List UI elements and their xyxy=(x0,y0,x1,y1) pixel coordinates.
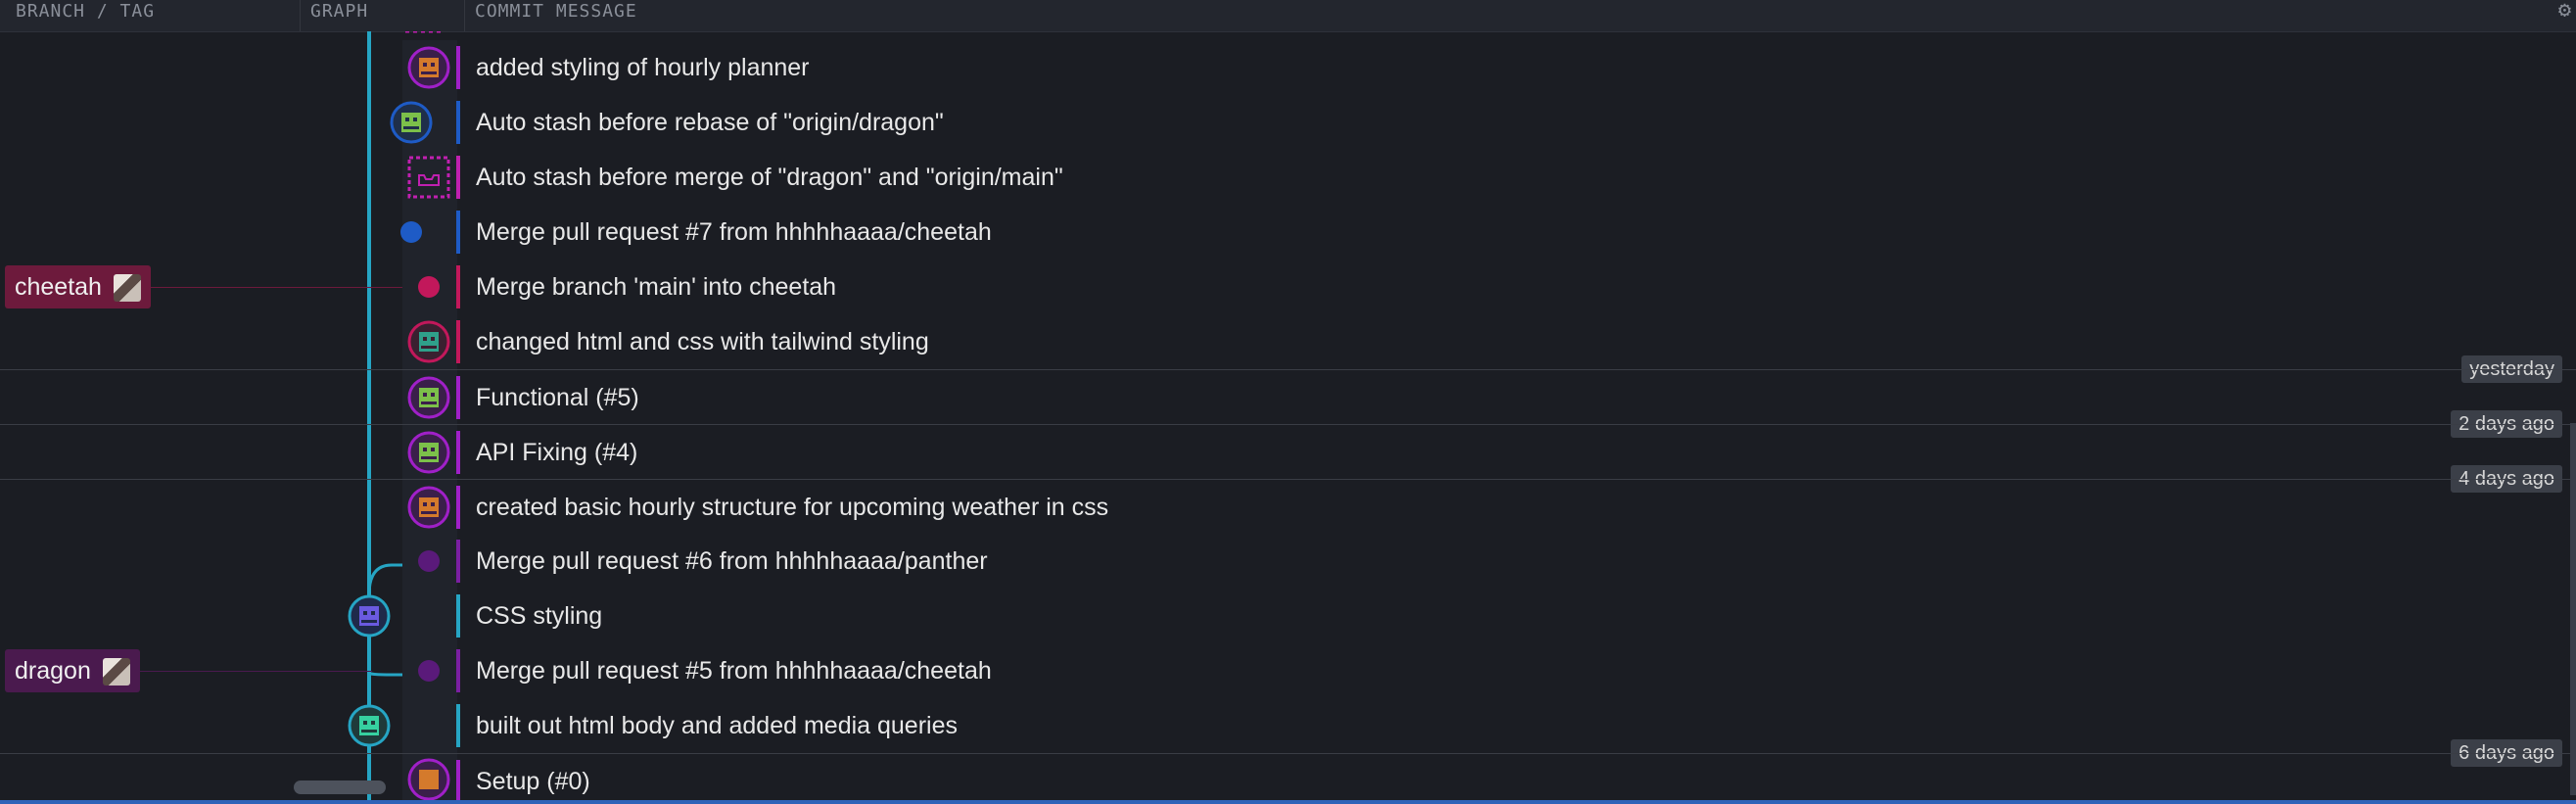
branch-label-cheetah[interactable]: cheetah xyxy=(5,265,151,308)
author-avatar-icon[interactable] xyxy=(407,46,450,89)
author-avatar-icon[interactable] xyxy=(407,431,450,474)
commit-message: Merge pull request #6 from hhhhhaaaa/pan… xyxy=(476,547,988,575)
author-avatar-icon[interactable] xyxy=(390,101,433,144)
graph-cell xyxy=(402,589,457,643)
graph-header-label: GRAPH xyxy=(310,1,369,22)
commit-message: Merge branch 'main' into cheetah xyxy=(476,273,837,301)
commit-row[interactable]: Merge pull request #7 from hhhhhaaaa/che… xyxy=(0,205,2576,260)
commit-message-column-header[interactable]: COMMIT MESSAGE xyxy=(464,0,2422,31)
commit-message: changed html and css with tailwind styli… xyxy=(476,328,929,355)
commit-row[interactable]: built out html body and added media quer… xyxy=(0,698,2576,767)
commit-message: Setup (#0) xyxy=(476,768,590,795)
merge-commit-dot[interactable] xyxy=(417,549,441,573)
commit-message: built out html body and added media quer… xyxy=(476,712,958,739)
graph-column-header[interactable]: GRAPH xyxy=(300,0,463,31)
author-avatar-icon[interactable] xyxy=(348,594,391,638)
author-avatar-icon[interactable] xyxy=(407,758,450,801)
avatar xyxy=(102,658,130,686)
commit-row[interactable]: Functional (#5) 2 days ago xyxy=(0,369,2576,438)
branch-connector-line xyxy=(137,671,372,672)
commit-message: Auto stash before rebase of "origin/drag… xyxy=(476,109,944,136)
commit-row[interactable]: Auto stash before rebase of "origin/drag… xyxy=(0,95,2576,150)
avatar xyxy=(113,274,141,303)
commit-row[interactable]: Setup (#0) xyxy=(0,753,2576,802)
merge-commit-dot[interactable] xyxy=(417,275,441,299)
commit-message: Functional (#5) xyxy=(476,384,639,411)
column-header: BRANCH / TAG GRAPH COMMIT MESSAGE ⚙ xyxy=(0,0,2576,32)
commit-message: Auto stash before merge of "dragon" and … xyxy=(476,164,1063,191)
commit-row[interactable]: cheetah Merge branch 'main' into cheetah xyxy=(0,260,2576,314)
branch-name: cheetah xyxy=(15,273,102,301)
commit-row[interactable]: Merge pull request #6 from hhhhhaaaa/pan… xyxy=(0,534,2576,589)
commit-color-bar xyxy=(456,376,460,419)
commit-row[interactable]: API Fixing (#4) 4 days ago xyxy=(0,424,2576,493)
commit-color-bar xyxy=(456,431,460,474)
stash-icon[interactable] xyxy=(407,156,450,199)
commit-row[interactable]: changed html and css with tailwind styli… xyxy=(0,314,2576,383)
commit-row[interactable]: CSS styling xyxy=(0,589,2576,643)
author-avatar-icon[interactable] xyxy=(348,704,391,747)
commit-color-bar xyxy=(456,540,460,583)
commit-message: created basic hourly structure for upcom… xyxy=(476,494,1109,521)
branch-name: dragon xyxy=(15,657,91,685)
commit-row[interactable]: Auto stash before merge of "dragon" and … xyxy=(0,150,2576,205)
commit-message: added styling of hourly planner xyxy=(476,54,810,81)
commit-color-bar xyxy=(456,265,460,308)
horizontal-scrollbar-thumb[interactable] xyxy=(294,780,386,794)
graph-cell xyxy=(402,698,457,753)
commit-message: Merge pull request #7 from hhhhhaaaa/che… xyxy=(476,218,992,246)
commit-row[interactable]: created basic hourly structure for upcom… xyxy=(0,479,2576,535)
commit-row[interactable]: added styling of hourly planner xyxy=(0,40,2576,95)
author-avatar-icon[interactable] xyxy=(407,376,450,419)
commit-color-bar xyxy=(456,760,460,802)
commit-color-bar xyxy=(456,156,460,199)
merge-commit-dot[interactable] xyxy=(417,659,441,683)
branch-label-dragon[interactable]: dragon xyxy=(5,649,140,692)
commit-color-bar xyxy=(456,594,460,638)
commit-color-bar xyxy=(456,320,460,363)
commit-message: API Fixing (#4) xyxy=(476,439,638,466)
branch-tag-header-label: BRANCH / TAG xyxy=(16,1,156,22)
commit-message: CSS styling xyxy=(476,602,603,630)
commit-message-header-label: COMMIT MESSAGE xyxy=(475,1,637,22)
panel-bottom-border xyxy=(0,800,2576,804)
branch-tag-column-header[interactable]: BRANCH / TAG xyxy=(0,0,300,31)
commit-graph-panel[interactable]: added styling of hourly planner Auto sta… xyxy=(0,31,2576,802)
commit-color-bar xyxy=(456,649,460,692)
merge-commit-dot[interactable] xyxy=(399,220,423,244)
commit-row[interactable]: dragon Merge pull request #5 from hhhhha… xyxy=(0,643,2576,698)
branch-connector-line xyxy=(147,287,411,288)
commit-color-bar xyxy=(456,46,460,89)
vertical-scrollbar[interactable] xyxy=(2570,423,2576,795)
gear-icon[interactable]: ⚙ xyxy=(2558,0,2572,22)
commit-color-bar xyxy=(456,486,460,529)
author-avatar-icon[interactable] xyxy=(407,486,450,529)
commit-color-bar xyxy=(456,211,460,254)
commit-color-bar xyxy=(456,704,460,747)
author-avatar-icon[interactable] xyxy=(407,320,450,363)
commit-color-bar xyxy=(456,101,460,144)
commit-message: Merge pull request #5 from hhhhhaaaa/che… xyxy=(476,657,992,685)
